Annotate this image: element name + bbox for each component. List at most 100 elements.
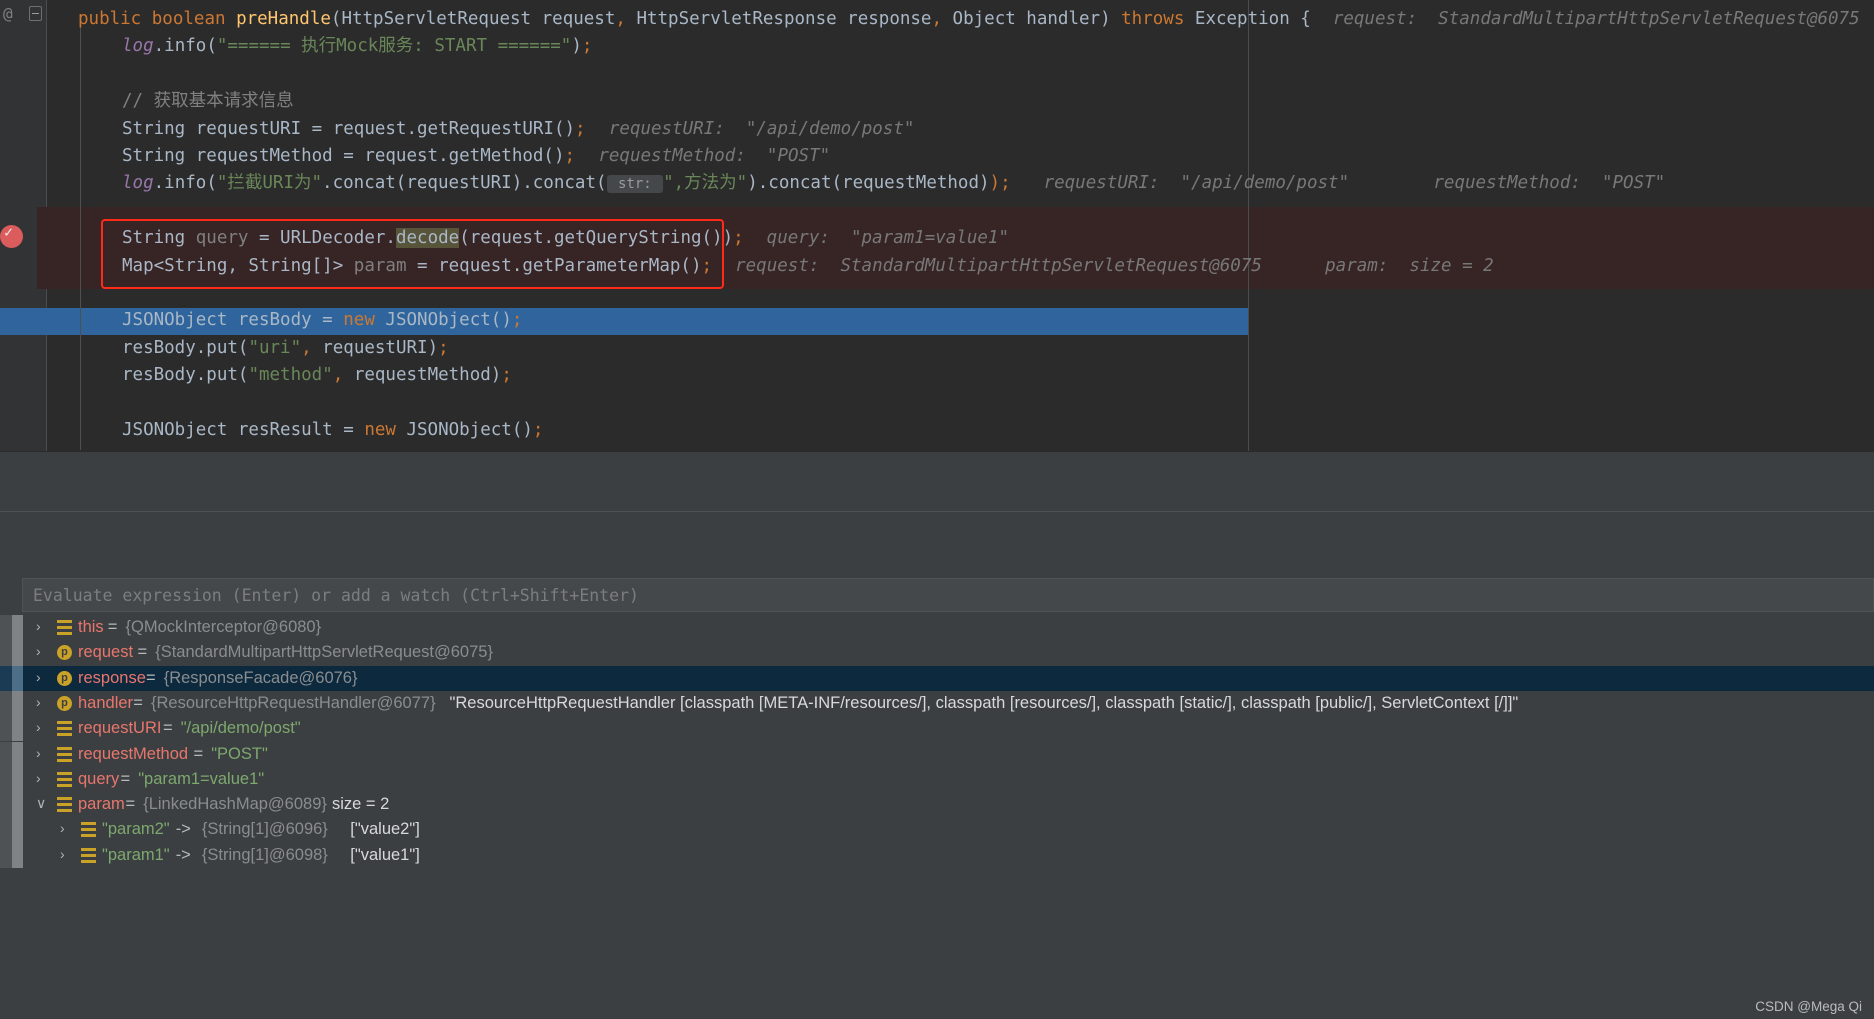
variable-equals: ->: [175, 845, 191, 864]
code-token: throws: [1121, 9, 1195, 29]
chevron-right-icon[interactable]: ›: [60, 820, 65, 836]
code-line: log.info("拦截URI为".concat(requestURI).con…: [0, 170, 1874, 197]
inline-parameter-hint: request: StandardMultipartHttpServletReq…: [735, 255, 1494, 276]
variable-row[interactable]: ∨ param = {LinkedHashMap@6089} size = 2: [0, 792, 1874, 818]
code-token: {: [1300, 9, 1311, 29]
variable-row[interactable]: › p response = {ResponseFacade@6076}: [0, 665, 1874, 691]
variables-scroll-track[interactable]: [12, 792, 23, 818]
variable-row[interactable]: › p request = {StandardMultipartHttpServle…: [0, 640, 1874, 666]
variables-gutter-strip: [0, 842, 12, 868]
code-token: resBody.put(: [122, 365, 249, 386]
chevron-right-icon[interactable]: ›: [36, 770, 41, 786]
code-line-text: String requestMethod = request.getMethod…: [122, 143, 575, 170]
separator-line-bottom: [0, 511, 1874, 512]
chevron-down-icon[interactable]: ∨: [36, 795, 46, 812]
code-line-text: log.info("====== 执行Mock服务: START ======"…: [122, 33, 592, 60]
variable-reference: {StandardMultipartHttpServletRequest@607…: [155, 643, 493, 662]
inline-parameter-hint: requestMethod: "POST": [598, 146, 831, 166]
variable-row[interactable]: › requestURI = "/api/demo/post": [0, 716, 1874, 742]
code-token: ,: [931, 9, 953, 29]
code-token: ,: [615, 9, 637, 29]
variable-reference: {ResourceHttpRequestHandler@6077}: [151, 693, 436, 712]
code-token: ;: [575, 118, 586, 139]
debugger-panel: ▼ Evaluate expression (Enter) or add a w…: [0, 549, 1874, 1019]
code-token: ;: [733, 228, 744, 249]
separator-line-top: [0, 451, 1874, 452]
code-token: ;: [564, 146, 576, 166]
variable-name: query: [78, 769, 120, 788]
variable-row[interactable]: › "param1" -> {String[1]@6098} ["value1"]: [0, 842, 1874, 868]
variable-row[interactable]: › query = "param1=value1": [0, 766, 1874, 793]
chevron-right-icon[interactable]: ›: [60, 846, 65, 862]
parameter-icon: p: [57, 670, 72, 686]
variables-scroll-track[interactable]: [12, 741, 23, 767]
code-token: "uri": [248, 337, 302, 358]
variable-reference: {QMockInterceptor@6080}: [125, 618, 322, 636]
variable-reference: {ResponseFacade@6076}: [163, 668, 358, 687]
variable-row[interactable]: › this = {QMockInterceptor@6080}: [0, 615, 1874, 641]
variables-gutter-strip: [0, 792, 12, 818]
field-icon: [57, 771, 72, 787]
variable-row[interactable]: › "param2" -> {String[1]@6096} ["value2"]: [0, 817, 1874, 843]
variable-value: ["value1"]: [350, 845, 420, 864]
code-line: resBody.put("method", requestMethod);: [0, 362, 1874, 389]
variables-scroll-track[interactable]: [12, 665, 23, 691]
code-line-text: resBody.put("method", requestMethod);: [122, 362, 512, 389]
variable-string-value: "POST": [211, 744, 268, 763]
variables-scroll-track[interactable]: [12, 690, 23, 717]
code-line: String query = URLDecoder.decode(request…: [0, 225, 1874, 252]
chevron-right-icon[interactable]: ›: [36, 643, 41, 659]
variable-row[interactable]: › requestMethod = "POST": [0, 741, 1874, 767]
variable-equals: =: [193, 744, 204, 763]
code-token: // 获取基本请求信息: [122, 91, 294, 112]
code-token: = request.getParameterMap(): [406, 255, 702, 276]
code-token: resBody.put(: [122, 337, 249, 358]
chevron-right-icon[interactable]: ›: [36, 618, 41, 634]
variable-key: "param2": [102, 820, 170, 839]
screen-root: @ public boolean preHandle(HttpServletRe…: [0, 0, 1874, 1019]
code-token: (: [206, 173, 217, 194]
variable-equals: =: [120, 769, 131, 788]
variables-scroll-track[interactable]: [12, 716, 23, 742]
chevron-right-icon[interactable]: ›: [36, 719, 41, 735]
variable-equals: =: [146, 668, 156, 687]
code-token: (: [206, 36, 217, 57]
code-line-text: // 获取基本请求信息: [122, 88, 294, 115]
variable-name: request: [78, 643, 134, 662]
inline-parameter-hint: request: StandardMultipartHttpServletReq…: [1332, 9, 1860, 29]
code-token: ;: [532, 420, 544, 440]
evaluate-expression-bar[interactable]: Evaluate expression (Enter) or add a wat…: [22, 578, 1874, 612]
variable-name: param: [78, 795, 125, 814]
chevron-right-icon[interactable]: ›: [36, 745, 41, 761]
code-token: preHandle: [236, 9, 331, 29]
code-token: public: [78, 9, 152, 29]
variables-gutter-strip: [0, 640, 12, 666]
code-line: resBody.put("uri", requestURI);: [0, 335, 1874, 362]
code-token: boolean: [151, 9, 237, 29]
variables-scroll-track[interactable]: [12, 842, 23, 868]
variables-scroll-track[interactable]: [12, 766, 23, 793]
variables-scroll-track[interactable]: [12, 615, 23, 641]
code-line: log.info("====== 执行Mock服务: START ======"…: [0, 33, 1874, 60]
inline-parameter-hint: requestURI: "/api/demo/post" requestMeth…: [1043, 173, 1666, 194]
variable-key: "param1": [102, 845, 170, 864]
variables-scroll-track[interactable]: [12, 640, 23, 666]
variables-scroll-track[interactable]: [12, 817, 23, 843]
variable-equals: =: [163, 719, 173, 738]
code-line: public boolean preHandle(HttpServletRequ…: [0, 6, 1874, 33]
variable-name: response: [78, 668, 146, 687]
chevron-right-icon[interactable]: ›: [36, 669, 41, 685]
code-token: JSONObject(): [385, 310, 512, 331]
code-token: .: [153, 36, 165, 57]
variables-tree[interactable]: › this = {QMockInterceptor@6080} › p request…: [0, 615, 1874, 1019]
variable-value: size = 2: [332, 795, 390, 814]
variable-equals: =: [133, 693, 143, 712]
variable-row[interactable]: › p handler = {ResourceHttpRequestHandler@…: [0, 690, 1874, 717]
variables-gutter-strip: [0, 615, 12, 641]
code-token: HttpServletRequest request: [341, 9, 616, 29]
code-token: JSONObject resResult =: [122, 420, 365, 440]
chevron-right-icon[interactable]: ›: [36, 694, 41, 710]
variable-reference: {LinkedHashMap@6089}: [143, 795, 327, 814]
